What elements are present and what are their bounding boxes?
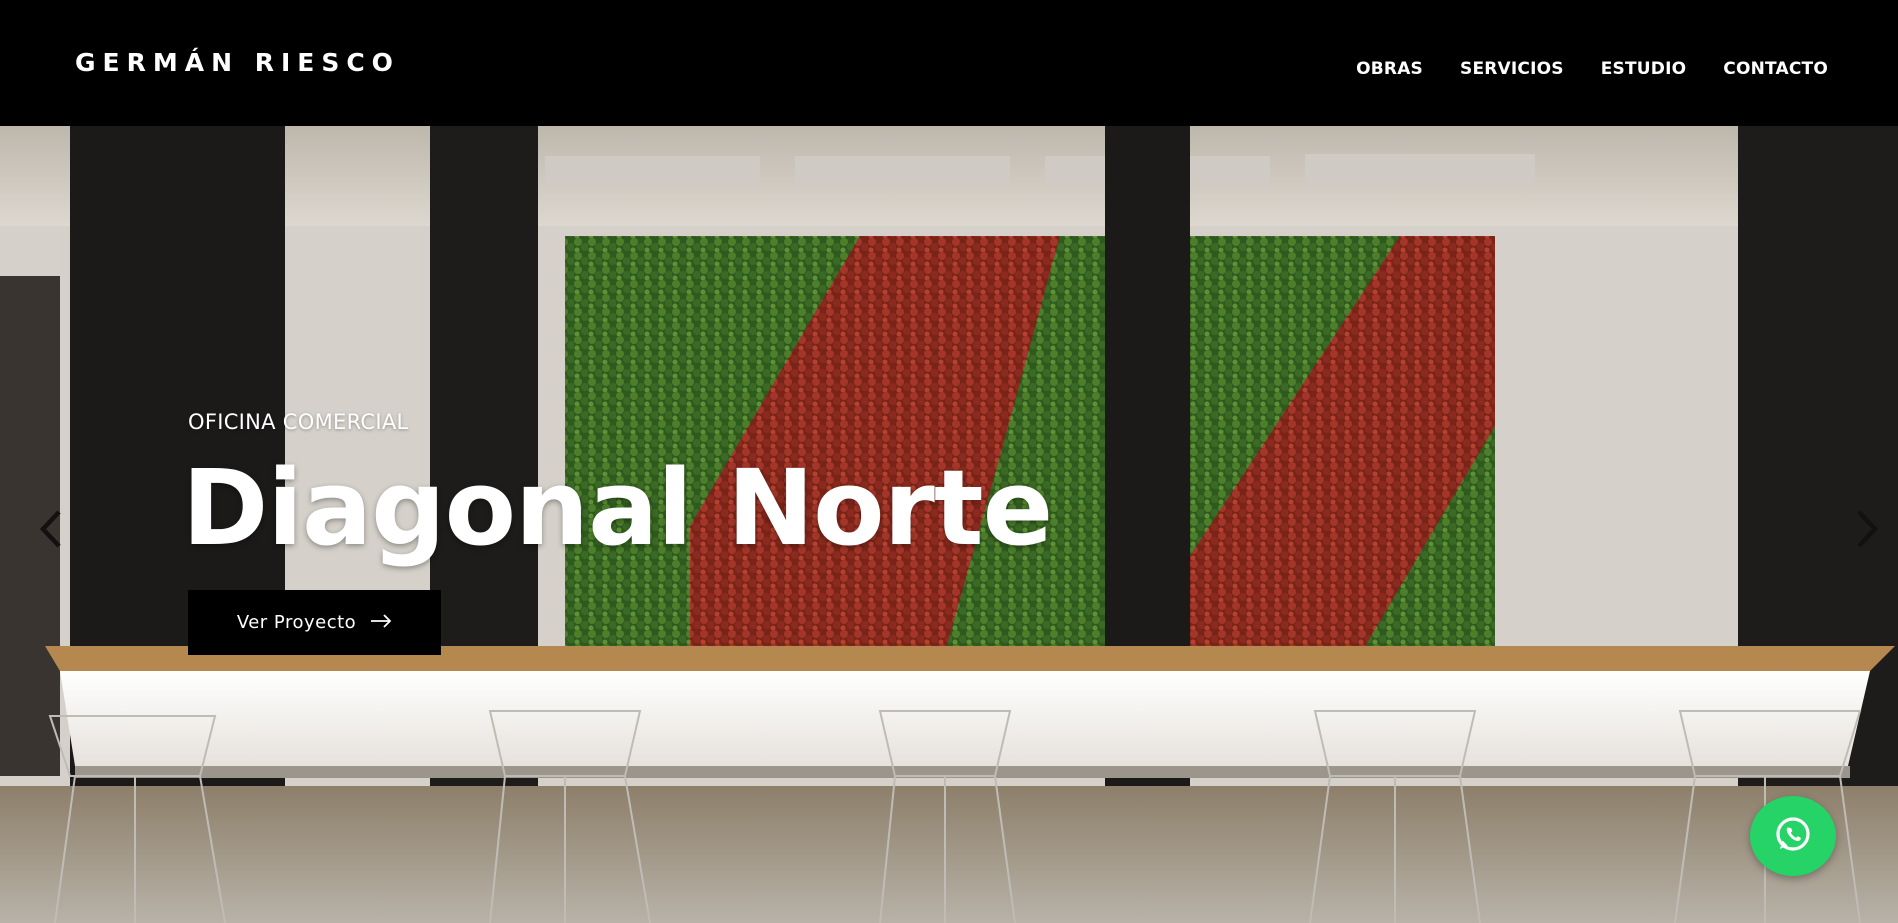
slider-next-button[interactable] (1848, 506, 1888, 556)
arrow-right-icon (370, 612, 392, 633)
chevron-right-icon (1855, 509, 1881, 554)
view-project-label: Ver Proyecto (236, 612, 357, 633)
nav-item-contacto[interactable]: CONTACTO (1723, 59, 1828, 79)
whatsapp-icon (1771, 812, 1815, 861)
whatsapp-button[interactable] (1750, 796, 1836, 876)
main-nav: OBRAS SERVICIOS ESTUDIO CONTACTO (1356, 59, 1828, 79)
chevron-left-icon (37, 509, 63, 554)
project-category: OFICINA COMERCIAL (188, 410, 409, 434)
hero-slider: OFICINA COMERCIAL Diagonal Norte Ver Pro… (0, 126, 1898, 923)
nav-item-servicios[interactable]: SERVICIOS (1460, 59, 1564, 79)
slider-prev-button[interactable] (30, 506, 70, 556)
brand-logo[interactable]: GERMÁN RIESCO (75, 48, 400, 77)
project-title: Diagonal Norte (182, 447, 1053, 569)
site-header: GERMÁN RIESCO OBRAS SERVICIOS ESTUDIO CO… (0, 0, 1898, 126)
nav-item-estudio[interactable]: ESTUDIO (1601, 59, 1687, 79)
view-project-button[interactable]: Ver Proyecto (188, 590, 441, 655)
nav-item-obras[interactable]: OBRAS (1356, 59, 1423, 79)
